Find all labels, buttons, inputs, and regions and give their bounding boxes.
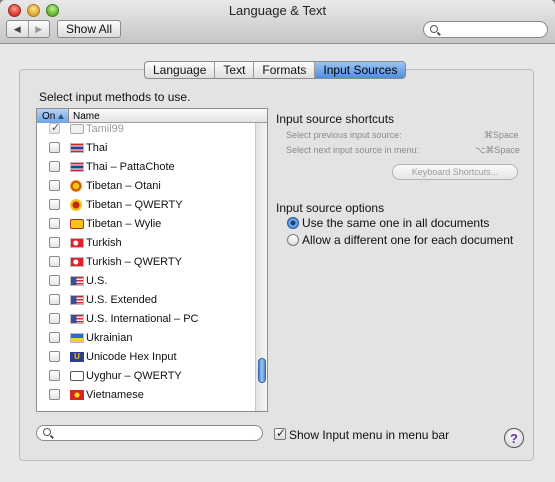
next-source-shortcut-label: Select next input source in menu: bbox=[286, 145, 420, 155]
prev-source-shortcut-label: Select previous input source: bbox=[286, 130, 402, 140]
preferences-window: Language & Text ◀ ▶ Show All Language Te… bbox=[0, 0, 555, 482]
uyghur-icon bbox=[70, 370, 84, 381]
enable-checkbox[interactable] bbox=[49, 332, 60, 343]
input-source-search-field[interactable] bbox=[36, 425, 263, 441]
enable-checkbox[interactable] bbox=[49, 294, 60, 305]
turkey-flag-icon bbox=[70, 237, 84, 248]
title-bar: Language & Text ◀ ▶ Show All bbox=[0, 0, 555, 44]
back-arrow-icon[interactable]: ◀ bbox=[7, 21, 28, 37]
keyboard-shortcuts-button[interactable]: Keyboard Shortcuts... bbox=[392, 164, 518, 180]
forward-arrow-icon[interactable]: ▶ bbox=[27, 21, 50, 37]
tibetan-wylie-icon bbox=[70, 218, 84, 229]
radio-same-for-all[interactable] bbox=[287, 217, 299, 229]
list-item[interactable]: U.S. bbox=[37, 271, 255, 290]
tibetan-otani-icon bbox=[70, 179, 82, 192]
list-item[interactable]: Thai – PattaChote bbox=[37, 157, 255, 176]
us-flag-icon bbox=[70, 313, 84, 324]
list-item-label: Thai bbox=[86, 141, 108, 154]
enable-checkbox[interactable] bbox=[49, 180, 60, 191]
show-all-button[interactable]: Show All bbox=[57, 20, 121, 38]
shortcuts-section-title: Input source shortcuts bbox=[276, 112, 395, 126]
search-icon bbox=[43, 428, 51, 436]
list-item[interactable]: Tibetan – QWERTY bbox=[37, 195, 255, 214]
list-item[interactable]: Ukrainian bbox=[37, 328, 255, 347]
list-item-label: Turkish bbox=[86, 236, 122, 249]
window-title: Language & Text bbox=[228, 3, 327, 18]
radio-different-per-document[interactable] bbox=[287, 234, 299, 246]
list-item[interactable]: Turkish – QWERTY bbox=[37, 252, 255, 271]
thailand-flag-icon bbox=[70, 142, 84, 153]
checkmark-icon: ✓ bbox=[276, 426, 287, 440]
list-item[interactable]: Vietnamese bbox=[37, 385, 255, 404]
list-vertical-scrollbar[interactable] bbox=[255, 123, 267, 411]
unicode-icon: U bbox=[70, 351, 84, 362]
preferences-search-field[interactable] bbox=[423, 21, 548, 38]
tab-language[interactable]: Language bbox=[145, 62, 216, 78]
turkey-flag-icon bbox=[70, 256, 84, 267]
next-source-shortcut-key: ⌥⌘Space bbox=[475, 145, 520, 155]
list-item-label: Tibetan – Otani bbox=[86, 179, 161, 192]
list-item[interactable]: Thai bbox=[37, 138, 255, 157]
thailand-flag-icon bbox=[70, 161, 84, 172]
help-button[interactable]: ? bbox=[504, 428, 524, 448]
list-item-label: Ukrainian bbox=[86, 331, 133, 344]
show-input-menu-label: Show Input menu in menu bar bbox=[289, 428, 450, 442]
list-item[interactable]: U.S. International – PC bbox=[37, 309, 255, 328]
list-item-label: Thai – PattaChote bbox=[86, 160, 175, 173]
keyboard-icon bbox=[70, 123, 84, 134]
options-section-title: Input source options bbox=[276, 201, 385, 215]
checkmark-icon: ✓ bbox=[51, 122, 61, 134]
input-methods-list[interactable]: On Name ✓ Tamil99 Thai Thai – PattaChote bbox=[36, 108, 268, 412]
enable-checkbox[interactable] bbox=[49, 256, 60, 267]
enable-checkbox[interactable] bbox=[49, 389, 60, 400]
prev-source-shortcut-key: ⌘Space bbox=[484, 130, 519, 140]
list-item[interactable]: U Unicode Hex Input bbox=[37, 347, 255, 366]
back-forward-control: ◀ ▶ bbox=[6, 20, 50, 38]
list-item-label: Vietnamese bbox=[86, 388, 144, 401]
enable-checkbox[interactable] bbox=[49, 142, 60, 153]
list-item-label: U.S. Extended bbox=[86, 293, 157, 306]
vietnam-flag-icon bbox=[70, 389, 84, 400]
list-instruction: Select input methods to use. bbox=[39, 90, 191, 104]
list-item[interactable]: Tibetan – Wylie bbox=[37, 214, 255, 233]
tibetan-qwerty-icon bbox=[70, 198, 82, 211]
list-item[interactable]: Tibetan – Otani bbox=[37, 176, 255, 195]
radio-different-per-document-label: Allow a different one for each document bbox=[302, 233, 514, 247]
enable-checkbox[interactable] bbox=[49, 237, 60, 248]
show-input-menu-checkbox[interactable]: ✓ bbox=[274, 426, 287, 440]
enable-checkbox[interactable] bbox=[49, 161, 60, 172]
radio-same-for-all-label: Use the same one in all documents bbox=[302, 216, 490, 230]
list-item-label: U.S. International – PC bbox=[86, 312, 199, 325]
list-item-label: U.S. bbox=[86, 274, 108, 287]
enable-checkbox[interactable] bbox=[49, 351, 60, 362]
list-item[interactable]: ✓ Tamil99 bbox=[37, 119, 255, 138]
enable-checkbox[interactable] bbox=[49, 275, 60, 286]
list-item[interactable]: U.S. Extended bbox=[37, 290, 255, 309]
list-item-label: Turkish – QWERTY bbox=[86, 255, 182, 268]
ukraine-flag-icon bbox=[70, 332, 84, 343]
sort-ascending-icon bbox=[58, 113, 65, 119]
enable-checkbox[interactable]: ✓ bbox=[49, 122, 61, 134]
search-icon bbox=[430, 25, 438, 33]
tab-formats[interactable]: Formats bbox=[254, 62, 316, 78]
list-item-label: Unicode Hex Input bbox=[86, 350, 177, 363]
list-item-label: Uyghur – QWERTY bbox=[86, 369, 182, 382]
list-item-label: Tibetan – Wylie bbox=[86, 217, 162, 230]
tab-bar: Language Text Formats Input Sources bbox=[144, 61, 407, 79]
us-flag-icon bbox=[70, 275, 84, 286]
scrollbar-thumb[interactable] bbox=[258, 358, 266, 383]
enable-checkbox[interactable] bbox=[49, 218, 60, 229]
us-flag-icon bbox=[70, 294, 84, 305]
tab-text[interactable]: Text bbox=[215, 62, 255, 78]
list-item[interactable]: Turkish bbox=[37, 233, 255, 252]
list-item[interactable]: Uyghur – QWERTY bbox=[37, 366, 255, 385]
list-item-label: Tibetan – QWERTY bbox=[86, 198, 183, 211]
enable-checkbox[interactable] bbox=[49, 199, 60, 210]
tab-input-sources[interactable]: Input Sources bbox=[315, 62, 406, 78]
list-item-label: Tamil99 bbox=[86, 122, 124, 135]
enable-checkbox[interactable] bbox=[49, 313, 60, 324]
enable-checkbox[interactable] bbox=[49, 370, 60, 381]
